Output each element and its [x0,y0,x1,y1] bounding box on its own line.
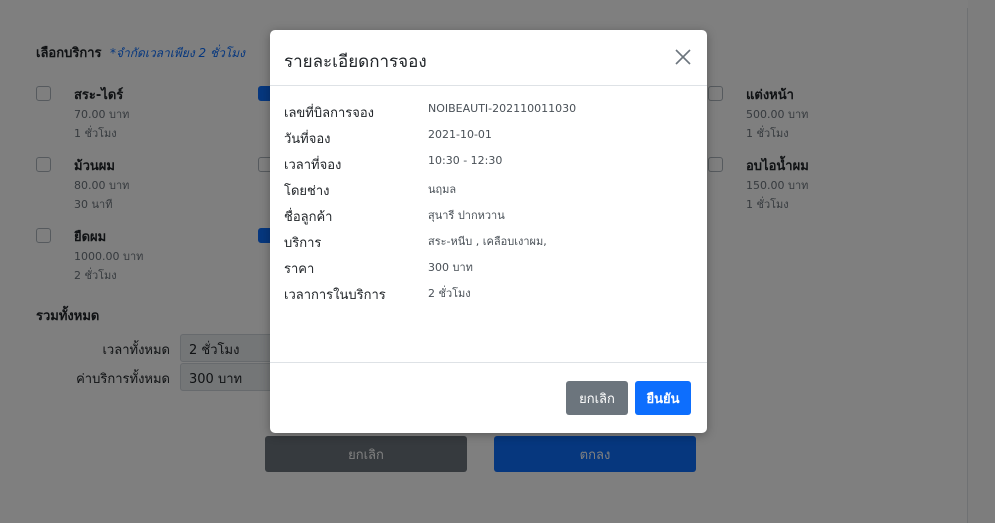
detail-value: 10:30 - 12:30 [428,154,503,167]
detail-row-booking-time: เวลาที่จอง 10:30 - 12:30 [284,154,694,176]
detail-value: สระ-หนีบ , เคลือบเงาผม, [428,235,547,248]
modal-confirm-button[interactable]: ยืนยัน [635,381,691,415]
detail-value: NOIBEAUTI-202110011030 [428,102,577,115]
modal-close-button[interactable] [673,46,695,68]
booking-details-modal: รายละเอียดการจอง เลขที่บิลการจอง NOIBEAU… [270,30,707,433]
detail-value: 300 บาท [428,261,473,274]
detail-label: ชื่อลูกค้า [284,210,333,225]
detail-label: เวลาการในบริการ [284,288,386,303]
close-icon [675,49,691,65]
detail-row-services: บริการ สระ-หนีบ , เคลือบเงาผม, [284,232,694,254]
detail-value: 2 ชั่วโมง [428,287,471,300]
modal-header: รายละเอียดการจอง [270,30,707,86]
detail-row-booking-date: วันที่จอง 2021-10-01 [284,128,694,150]
detail-row-bill-number: เลขที่บิลการจอง NOIBEAUTI-202110011030 [284,102,694,124]
detail-row-customer-name: ชื่อลูกค้า สุนารี ปากหวาน [284,206,694,228]
detail-label: บริการ [284,236,322,251]
detail-label: โดยช่าง [284,184,330,199]
modal-title: รายละเอียดการจอง [284,52,427,72]
detail-row-price: ราคา 300 บาท [284,258,694,280]
detail-value: นฤมล [428,183,457,196]
detail-row-service-duration: เวลาการในบริการ 2 ชั่วโมง [284,284,694,306]
modal-cancel-button[interactable]: ยกเลิก [566,381,628,415]
detail-label: เวลาที่จอง [284,158,342,173]
detail-row-stylist: โดยช่าง นฤมล [284,180,694,202]
detail-value: 2021-10-01 [428,128,492,141]
detail-label: เลขที่บิลการจอง [284,106,375,121]
modal-footer: ยกเลิก ยืนยัน [270,362,707,433]
detail-value: สุนารี ปากหวาน [428,209,505,222]
detail-label: ราคา [284,262,315,277]
detail-label: วันที่จอง [284,132,331,147]
